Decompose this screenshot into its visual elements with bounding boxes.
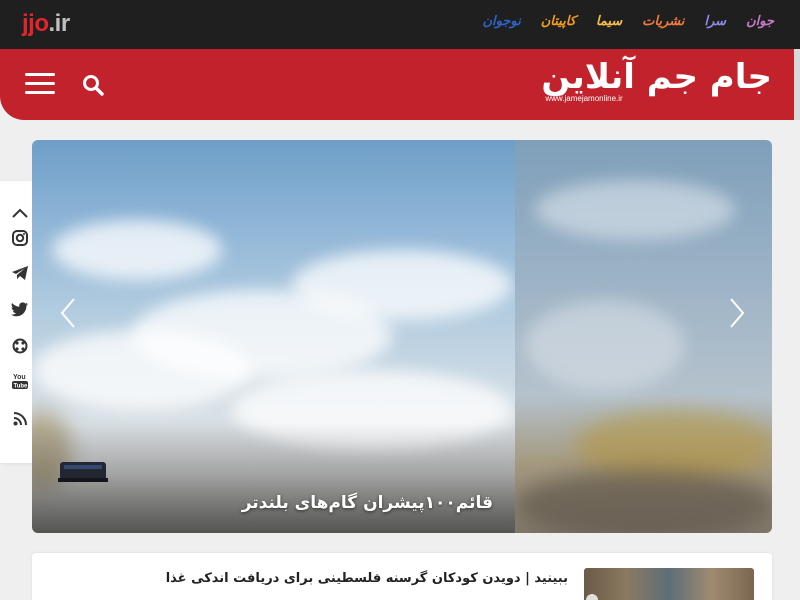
caption-shade — [32, 423, 515, 533]
sister-site-link[interactable]: سیما — [596, 14, 622, 29]
cloud — [535, 180, 735, 240]
news-title[interactable]: ببینید | دویدن کودکان گرسنه فلسطینی برای… — [166, 571, 568, 586]
site-logo-name: جام جم آنلاین — [541, 57, 774, 97]
cloud — [32, 330, 252, 410]
svg-text:Tube: Tube — [14, 384, 29, 390]
cloud — [52, 220, 222, 280]
site-logo[interactable]: جام جم آنلاین www.jamejamonline.ir — [541, 57, 774, 104]
jjo-logo-main: jjo — [22, 10, 49, 37]
top-bar: jjo.ir جوان سرا نشریات سیما کاپیتان نوجوان — [0, 0, 800, 49]
cloud — [525, 300, 685, 390]
chevron-left-icon[interactable] — [56, 295, 80, 331]
hamburger-menu-button[interactable] — [25, 73, 55, 95]
dust-cloud — [575, 410, 772, 480]
chevron-up-icon[interactable] — [10, 203, 30, 223]
rss-icon[interactable] — [10, 409, 30, 429]
sister-site-link[interactable]: کاپیتان — [541, 14, 576, 29]
cloud — [292, 250, 512, 320]
hamburger-line — [25, 91, 55, 94]
chevron-right-icon[interactable] — [725, 295, 749, 331]
slide-image-next[interactable] — [515, 140, 772, 533]
search-icon[interactable] — [81, 73, 105, 97]
news-card: ببینید | دویدن کودکان گرسنه فلسطینی برای… — [32, 553, 772, 600]
sister-site-link[interactable]: نشریات — [642, 14, 684, 29]
slide-image-current[interactable]: قائم۱۰۰پیشران گام‌های بلندتر — [32, 140, 515, 533]
sister-site-link[interactable]: نوجوان — [483, 14, 521, 29]
site-header: جام جم آنلاین www.jamejamonline.ir — [0, 49, 794, 120]
twitter-icon[interactable] — [10, 299, 30, 319]
jjo-logo[interactable]: jjo.ir — [22, 10, 70, 38]
sister-site-link[interactable]: جوان — [746, 14, 774, 29]
hamburger-line — [25, 73, 55, 76]
slide-caption[interactable]: قائم۱۰۰پیشران گام‌های بلندتر — [242, 493, 493, 513]
youtube-icon[interactable]: You Tube — [10, 371, 30, 391]
hamburger-line — [25, 82, 55, 85]
sister-site-link[interactable]: سرا — [704, 14, 726, 29]
telegram-icon[interactable] — [10, 263, 30, 283]
dust-cloud — [515, 470, 772, 533]
svg-text:You: You — [13, 374, 26, 381]
hero-slider: قائم۱۰۰پیشران گام‌های بلندتر — [32, 140, 772, 533]
header-edge — [794, 49, 800, 120]
sister-sites-nav: جوان سرا نشریات سیما کاپیتان نوجوان — [483, 14, 775, 29]
instagram-icon[interactable] — [10, 228, 30, 248]
news-thumbnail[interactable] — [584, 568, 754, 600]
play-icon — [586, 594, 598, 600]
aparat-icon[interactable] — [10, 336, 30, 356]
jjo-logo-tld: ir — [54, 10, 71, 37]
